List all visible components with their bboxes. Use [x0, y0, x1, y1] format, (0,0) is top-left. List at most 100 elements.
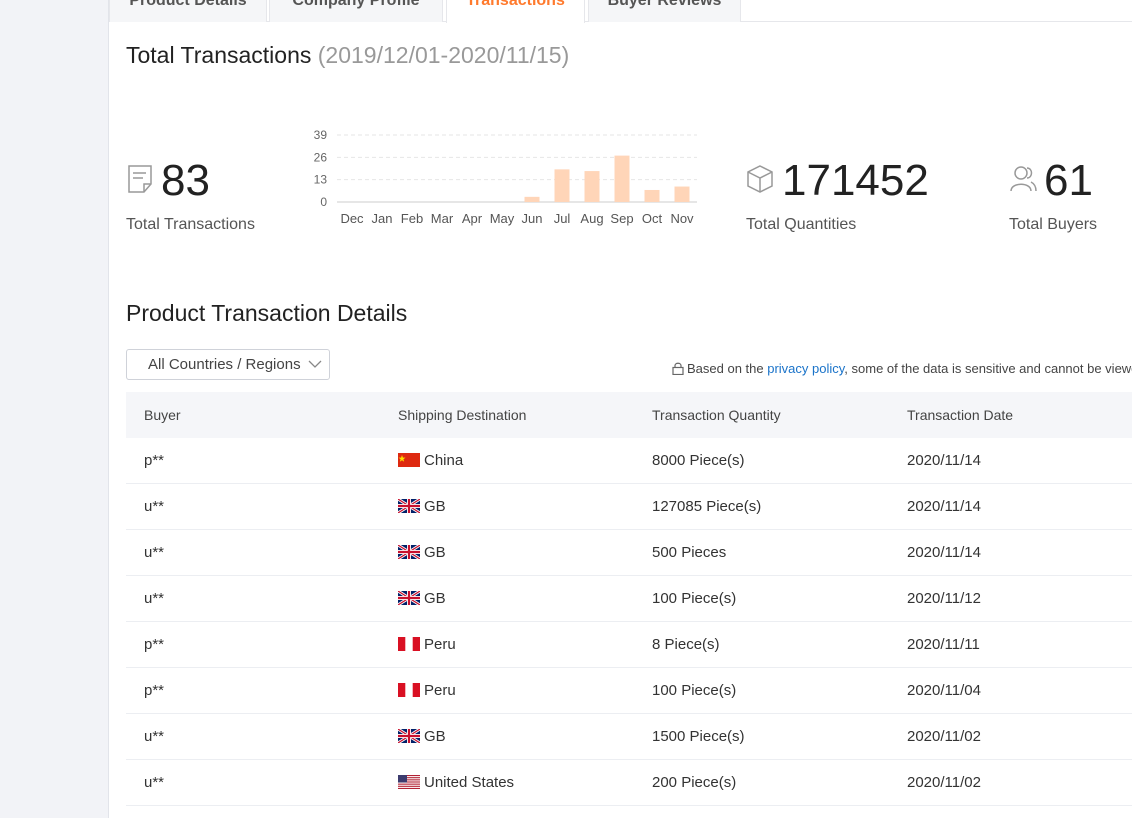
date-cell: 2020/11/02	[907, 774, 981, 791]
tab-transactions[interactable]: Transactions	[446, 0, 585, 23]
quantity-cell: 127085 Piece(s)	[652, 498, 762, 515]
buyer-cell: u**	[144, 774, 165, 791]
bar-nov[interactable]	[674, 186, 690, 202]
country-region-filter[interactable]: All Countries / Regions	[126, 349, 330, 380]
x-tick-label: Apr	[462, 211, 483, 226]
destination-name: GB	[424, 544, 446, 561]
notice-suffix: , some of the data is sensitive and cann…	[844, 361, 1132, 376]
total-buyers-value: 61	[1044, 156, 1093, 205]
quantity-cell: 8000 Piece(s)	[652, 452, 745, 469]
x-tick-label: Jun	[522, 211, 543, 226]
product-transaction-details-title: Product Transaction Details	[126, 300, 408, 326]
flag-gb-icon	[398, 729, 420, 743]
column-header-shipping-destination: Shipping Destination	[398, 407, 527, 423]
quantity-cell: 500 Pieces	[652, 544, 727, 561]
date-cell: 2020/11/02	[907, 728, 981, 745]
date-cell: 2020/11/12	[907, 590, 981, 607]
table-row: u** GB 100 Piece(s) 2020/11/12	[126, 576, 1132, 622]
buyer-cell: p**	[144, 452, 165, 469]
total-transactions-title: Total Transactions (2019/12/01-2020/11/1…	[126, 42, 569, 69]
total-buyers-label: Total Buyers	[1009, 216, 1098, 233]
title-text: Total Transactions	[126, 42, 312, 68]
destination-cell: GB	[398, 576, 446, 622]
destination-name: Peru	[424, 682, 456, 699]
x-tick-label: Dec	[340, 211, 364, 226]
date-cell: 2020/11/14	[907, 498, 981, 515]
y-tick-label: 0	[320, 195, 327, 209]
table-row: p** China 8000 Piece(s) 2020/11/14	[126, 438, 1132, 484]
privacy-policy-link[interactable]: privacy policy	[767, 361, 844, 376]
flag-pe-icon	[398, 683, 420, 697]
date-cell: 2020/11/04	[907, 682, 981, 699]
destination-name: Peru	[424, 636, 456, 653]
monthly-transactions-chart: 0 13 26 39 Dec Jan Feb Mar Apr May Jun Jul Aug Sep Oct…	[314, 128, 697, 226]
destination-cell: GB	[398, 714, 446, 760]
bar-jun[interactable]	[524, 196, 540, 202]
flag-gb-icon	[398, 591, 420, 605]
destination-cell: China	[398, 438, 463, 484]
destination-cell: United States	[398, 760, 514, 806]
buyer-cell: u**	[144, 728, 165, 745]
buyer-cell: u**	[144, 590, 165, 607]
total-transactions-label: Total Transactions	[126, 216, 255, 233]
buyer-cell: p**	[144, 636, 165, 653]
tab-bar: Product Details Company Profile Transact…	[109, 0, 1132, 23]
destination-cell: GB	[398, 530, 446, 576]
table-row: u** GB 1500 Piece(s) 2020/11/02	[126, 714, 1132, 760]
bar-oct[interactable]	[644, 189, 660, 202]
x-tick-label: Oct	[642, 211, 663, 226]
flag-us-icon	[398, 775, 420, 789]
table-row: u** GB 500 Pieces 2020/11/14	[126, 530, 1132, 576]
quantity-cell: 200 Piece(s)	[652, 774, 737, 791]
total-quantities-label: Total Quantities	[746, 216, 857, 233]
x-tick-label: May	[490, 211, 515, 226]
table-row: u** United States 200 Piece(s) 2020/11/02	[126, 760, 1132, 806]
flag-gb-icon	[398, 545, 420, 559]
destination-cell: GB	[398, 484, 446, 530]
x-tick-label: Sep	[610, 211, 633, 226]
buyer-cell: u**	[144, 498, 165, 515]
bar-jul[interactable]	[554, 169, 570, 202]
transactions-table: Buyer Shipping Destination Transaction Q…	[126, 392, 1132, 806]
quantity-cell: 100 Piece(s)	[652, 590, 737, 607]
x-tick-label: Jul	[554, 211, 571, 226]
date-range: (2019/12/01-2020/11/15)	[317, 42, 570, 68]
box-icon	[747, 165, 773, 193]
notice-prefix: Based on the	[687, 361, 768, 376]
table-row: p** Peru 8 Piece(s) 2020/11/11	[126, 622, 1132, 668]
x-tick-label: Mar	[431, 211, 454, 226]
destination-name: GB	[424, 498, 446, 515]
buyer-cell: p**	[144, 682, 165, 699]
x-tick-label: Jan	[372, 211, 393, 226]
y-tick-label: 13	[314, 173, 328, 187]
receipt-icon	[128, 165, 152, 193]
y-tick-label: 26	[314, 150, 328, 164]
bar-sep[interactable]	[614, 155, 630, 202]
users-icon	[1010, 166, 1037, 192]
bar-aug[interactable]	[584, 171, 600, 202]
total-transactions-value: 83	[161, 156, 210, 205]
buyer-cell: u**	[144, 544, 165, 561]
privacy-notice: Based on the privacy policy, some of the…	[672, 361, 1132, 376]
tab-company-profile[interactable]: Company Profile	[269, 0, 443, 22]
quantity-cell: 100 Piece(s)	[652, 682, 737, 699]
total-quantities-value: 171452	[782, 156, 929, 205]
y-tick-label: 39	[314, 128, 328, 142]
tab-product-details[interactable]: Product Details	[109, 0, 267, 22]
chevron-down-icon	[308, 360, 322, 368]
date-cell: 2020/11/14	[907, 452, 981, 469]
column-header-transaction-date: Transaction Date	[907, 407, 1014, 423]
transactions-panel: Product Details Company Profile Transact…	[108, 0, 1132, 818]
table-body: p** China 8000 Piece(s) 2020/11/14 u** GB 1270…	[126, 438, 1132, 806]
destination-cell: Peru	[398, 622, 456, 668]
flag-cn-icon	[398, 453, 420, 467]
flag-pe-icon	[398, 637, 420, 651]
x-tick-label: Aug	[580, 211, 603, 226]
destination-cell: Peru	[398, 668, 456, 714]
table-header: Buyer Shipping Destination Transaction Q…	[126, 392, 1132, 438]
destination-name: China	[424, 452, 464, 469]
date-cell: 2020/11/14	[907, 544, 981, 561]
tab-buyer-reviews[interactable]: Buyer Reviews	[588, 0, 741, 22]
quantity-cell: 1500 Piece(s)	[652, 728, 745, 745]
table-row: p** Peru 100 Piece(s) 2020/11/04	[126, 668, 1132, 714]
